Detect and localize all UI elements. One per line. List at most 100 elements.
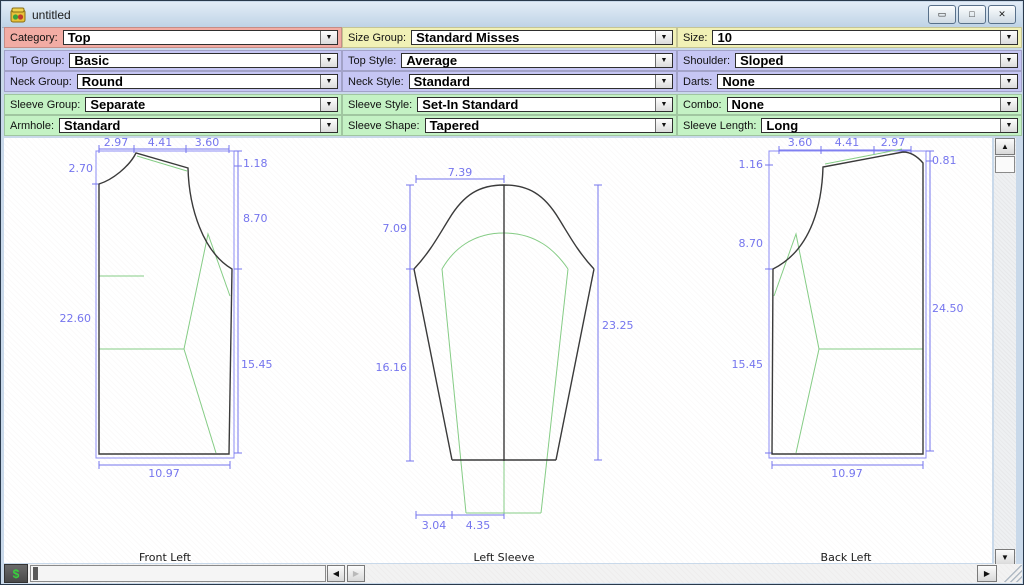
size-group-value: Standard Misses <box>416 30 520 45</box>
dim-label: 7.09 <box>383 222 408 235</box>
dropdown-arrow-icon[interactable]: ▼ <box>655 54 672 67</box>
up-arrow-icon: ▲ <box>1001 141 1009 151</box>
price-button[interactable]: $ <box>4 564 28 583</box>
close-icon: ✕ <box>998 9 1006 19</box>
sleeve-shape-value: Tapered <box>429 118 480 133</box>
close-button[interactable]: ✕ <box>988 5 1016 24</box>
dropdown-arrow-icon[interactable]: ▼ <box>655 75 672 88</box>
scroll-up-button[interactable]: ▲ <box>995 138 1015 155</box>
size-group-dropdown[interactable]: Standard Misses ▼ <box>411 30 673 45</box>
control-row-armhole: Armhole: Standard ▼ Sleeve Shape: Tapere… <box>4 115 1022 136</box>
field-armhole: Armhole: Standard ▼ <box>4 115 342 136</box>
top-style-dropdown[interactable]: Average ▼ <box>401 53 673 68</box>
dropdown-arrow-icon[interactable]: ▼ <box>655 119 672 132</box>
pattern-piece-back-left: 3.60 4.41 2.97 1.16 8.70 15.45 0.81 24.5… <box>732 138 964 563</box>
title-bar[interactable]: untitled ▭ □ ✕ <box>2 2 1022 28</box>
pattern-canvas[interactable]: 2.97 4.41 3.60 2.70 22.60 1.18 8.70 15.4… <box>4 138 992 563</box>
back-construction-lines <box>773 148 923 454</box>
horizontal-scrollbar[interactable] <box>30 565 326 582</box>
control-row-top: Top Group: Basic ▼ Top Style: Average ▼ … <box>4 50 1022 71</box>
darts-value: None <box>722 74 755 89</box>
sleeve-style-value: Set-In Standard <box>422 97 519 112</box>
left-arrow-icon: ◀ <box>332 568 340 578</box>
dim-label: 22.60 <box>60 312 92 325</box>
dim-label: 8.70 <box>243 212 268 225</box>
dropdown-arrow-icon[interactable]: ▼ <box>1000 119 1017 132</box>
dropdown-arrow-icon[interactable]: ▼ <box>1000 54 1017 67</box>
dropdown-arrow-icon[interactable]: ▼ <box>320 31 337 44</box>
maximize-icon: □ <box>969 9 975 19</box>
shoulder-dropdown[interactable]: Sloped ▼ <box>735 53 1018 68</box>
field-neck-style: Neck Style: Standard ▼ <box>342 71 677 92</box>
neck-group-dropdown[interactable]: Round ▼ <box>76 74 338 89</box>
top-style-label: Top Style: <box>348 54 397 67</box>
dim-label: 4.35 <box>466 519 491 532</box>
dropdown-arrow-icon[interactable]: ▼ <box>320 98 337 111</box>
piece-name-back-left: Back Left <box>821 551 873 563</box>
scroll-right-button-pale[interactable]: ▶ <box>347 565 365 582</box>
top-group-label: Top Group: <box>10 54 65 67</box>
control-row-category: Category: Top ▼ Size Group: Standard Mis… <box>4 27 1022 48</box>
sleeve-group-value: Separate <box>90 97 146 112</box>
right-arrow-icon: ▶ <box>983 568 991 578</box>
vertical-scrollbar[interactable]: ▲ ▼ <box>994 138 1016 566</box>
down-arrow-icon: ▼ <box>1001 552 1009 562</box>
dim-label: 24.50 <box>932 302 964 315</box>
dropdown-arrow-icon[interactable]: ▼ <box>320 54 337 67</box>
control-row-sleeve: Sleeve Group: Separate ▼ Sleeve Style: S… <box>4 94 1022 115</box>
minimize-button[interactable]: ▭ <box>928 5 956 24</box>
sleeve-style-label: Sleeve Style: <box>348 98 413 111</box>
top-group-dropdown[interactable]: Basic ▼ <box>69 53 338 68</box>
front-outline <box>98 152 233 455</box>
dropdown-arrow-icon[interactable]: ▼ <box>655 98 672 111</box>
scroll-left-button[interactable]: ◀ <box>327 565 345 582</box>
dropdown-arrow-icon[interactable]: ▼ <box>320 119 337 132</box>
combo-value: None <box>731 97 765 112</box>
category-dropdown[interactable]: Top ▼ <box>62 30 338 45</box>
app-icon <box>10 7 26 22</box>
sleeve-group-dropdown[interactable]: Separate ▼ <box>85 97 338 112</box>
sleeve-style-dropdown[interactable]: Set-In Standard ▼ <box>417 97 673 112</box>
scroll-right-button[interactable]: ▶ <box>977 565 997 582</box>
dim-label: 3.04 <box>422 519 447 532</box>
sleeve-length-dropdown[interactable]: Long ▼ <box>761 118 1018 133</box>
field-neck-group: Neck Group: Round ▼ <box>4 71 342 92</box>
size-dropdown[interactable]: 10 ▼ <box>712 30 1018 45</box>
armhole-value: Standard <box>64 118 121 133</box>
vertical-scroll-thumb[interactable] <box>995 156 1015 173</box>
dim-label: 4.41 <box>835 138 860 149</box>
sleeve-outline <box>413 184 595 461</box>
dim-label: 7.39 <box>448 166 473 179</box>
field-combo: Combo: None ▼ <box>677 94 1022 115</box>
darts-dropdown[interactable]: None ▼ <box>717 74 1018 89</box>
neck-group-label: Neck Group: <box>10 75 72 88</box>
dropdown-arrow-icon[interactable]: ▼ <box>1000 75 1017 88</box>
combo-label: Combo: <box>683 98 722 111</box>
field-top-style: Top Style: Average ▼ <box>342 50 677 71</box>
armhole-dropdown[interactable]: Standard ▼ <box>59 118 338 133</box>
field-darts: Darts: None ▼ <box>677 71 1022 92</box>
size-group-label: Size Group: <box>348 31 407 44</box>
neck-style-dropdown[interactable]: Standard ▼ <box>408 74 673 89</box>
dim-label: 2.70 <box>69 162 94 175</box>
maximize-button[interactable]: □ <box>958 5 986 24</box>
field-sleeve-shape: Sleeve Shape: Tapered ▼ <box>342 115 677 136</box>
sleeve-shape-dropdown[interactable]: Tapered ▼ <box>424 118 673 133</box>
dropdown-arrow-icon[interactable]: ▼ <box>655 31 672 44</box>
dropdown-arrow-icon[interactable]: ▼ <box>1000 31 1017 44</box>
horizontal-scroll-thumb[interactable] <box>33 567 38 580</box>
dollar-icon: $ <box>12 566 20 581</box>
category-value: Top <box>67 30 91 45</box>
dropdown-arrow-icon[interactable]: ▼ <box>320 75 337 88</box>
shoulder-value: Sloped <box>740 53 784 68</box>
control-row-neck: Neck Group: Round ▼ Neck Style: Standard… <box>4 71 1022 92</box>
dropdown-arrow-icon[interactable]: ▼ <box>1000 98 1017 111</box>
dim-label: 3.60 <box>788 138 813 149</box>
top-group-value: Basic <box>74 53 110 68</box>
dim-label: 1.18 <box>243 157 268 170</box>
combo-dropdown[interactable]: None ▼ <box>726 97 1018 112</box>
size-value: 10 <box>717 30 732 45</box>
resize-grip[interactable] <box>998 565 1022 582</box>
dim-label: 15.45 <box>241 358 273 371</box>
field-category: Category: Top ▼ <box>4 27 342 48</box>
